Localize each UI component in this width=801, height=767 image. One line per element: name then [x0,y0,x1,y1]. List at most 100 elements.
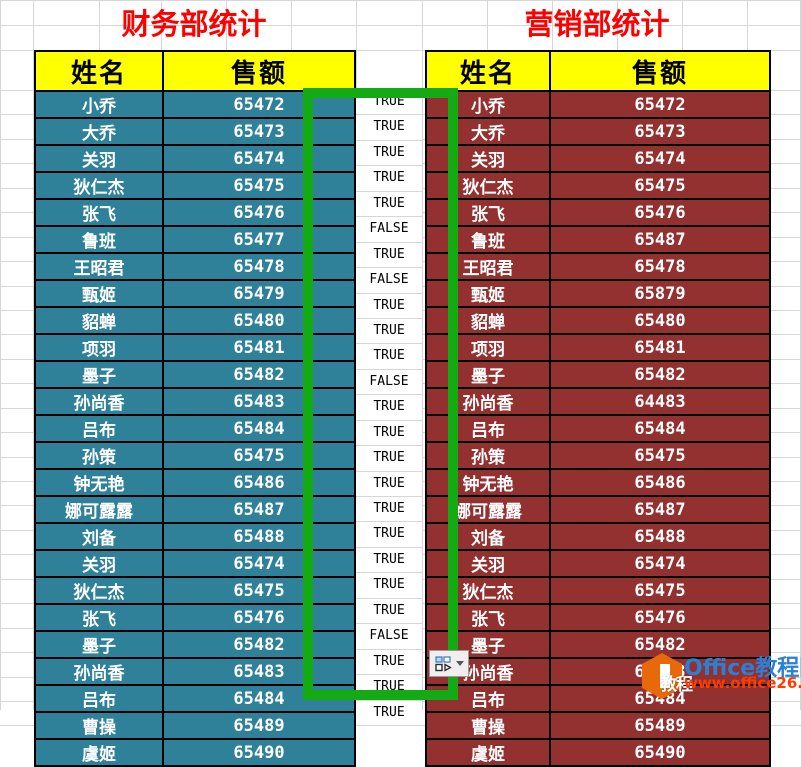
table-row[interactable]: 张飞 65476 [425,603,771,632]
marketing-department-table[interactable]: 姓名 售额 小乔 65472 大乔 65473 关羽 65474 狄仁杰 65475 张飞 65476… [425,50,771,767]
cell-name[interactable]: 刘备 [425,522,551,551]
table-row[interactable]: 虞姬 65490 [34,738,356,767]
cell-name[interactable]: 钟无艳 [34,468,164,497]
comparison-cell[interactable]: TRUE [356,573,422,599]
cell-amount[interactable]: 64483 [549,657,771,686]
comparison-cell[interactable]: TRUE [356,90,422,116]
cell-amount[interactable]: 65487 [549,495,771,524]
cell-name[interactable]: 娜可露露 [425,495,551,524]
table-row[interactable]: 关羽 65474 [34,549,356,578]
cell-name[interactable]: 墨子 [425,360,551,389]
cell-amount[interactable]: 65879 [549,279,771,308]
cell-amount[interactable]: 65475 [162,576,356,605]
cell-amount[interactable]: 65472 [162,90,356,119]
cell-amount[interactable]: 65482 [162,630,356,659]
cell-name[interactable]: 甄姬 [34,279,164,308]
cell-amount[interactable]: 65476 [162,198,356,227]
cell-amount[interactable]: 65474 [549,144,771,173]
cell-name[interactable]: 吕布 [425,684,551,713]
table-row[interactable]: 娜可露露 65487 [425,495,771,524]
cell-name[interactable]: 小乔 [425,90,551,119]
comparison-cell[interactable]: TRUE [356,547,422,574]
cell-name[interactable]: 张飞 [425,198,551,227]
comparison-cell[interactable]: TRUE [356,191,422,218]
comparison-cell[interactable]: TRUE [356,675,422,701]
cell-amount[interactable]: 65475 [549,576,771,605]
cell-amount[interactable]: 65483 [162,387,356,416]
table-row[interactable]: 关羽 65474 [425,144,771,173]
chevron-down-icon[interactable] [455,661,464,666]
cell-amount[interactable]: 65474 [162,549,356,578]
cell-amount[interactable]: 65482 [162,360,356,389]
comparison-cell[interactable]: TRUE [356,598,422,625]
table-row[interactable]: 项羽 65481 [425,333,771,362]
cell-name[interactable]: 鲁班 [34,225,164,254]
cell-amount[interactable]: 65483 [162,657,356,686]
table-row[interactable]: 吕布 65484 [425,684,771,713]
table-row[interactable]: 孙策 65475 [425,441,771,470]
table-row[interactable]: 狄仁杰 65475 [425,171,771,200]
table-row[interactable]: 狄仁杰 65475 [34,171,356,200]
table-row[interactable]: 小乔 65472 [425,90,771,119]
cell-amount[interactable]: 65487 [162,495,356,524]
cell-amount[interactable]: 65473 [162,117,356,146]
comparison-cell[interactable]: FALSE [356,369,422,396]
table-row[interactable]: 墨子 65482 [34,630,356,659]
cell-name[interactable]: 孙尚香 [425,387,551,416]
cell-name[interactable]: 狄仁杰 [34,171,164,200]
cell-amount[interactable]: 65481 [549,333,771,362]
table-row[interactable]: 吕布 65484 [34,414,356,443]
cell-amount[interactable]: 65486 [549,468,771,497]
cell-name[interactable]: 墨子 [34,630,164,659]
table-row[interactable]: 张飞 65476 [34,198,356,227]
cell-name[interactable]: 狄仁杰 [425,576,551,605]
cell-amount[interactable]: 65489 [549,711,771,740]
cell-amount[interactable]: 65474 [162,144,356,173]
comparison-cell[interactable]: TRUE [356,420,422,447]
table-row[interactable]: 孙尚香 64483 [425,387,771,416]
table-row[interactable]: 孙尚香 65483 [34,657,356,686]
cell-name[interactable]: 吕布 [425,414,551,443]
comparison-cell[interactable]: TRUE [356,471,422,497]
cell-name[interactable]: 墨子 [34,360,164,389]
cell-name[interactable]: 王昭君 [34,252,164,281]
table-row[interactable]: 吕布 65484 [425,414,771,443]
cell-amount[interactable]: 65484 [549,684,771,713]
comparison-cell[interactable]: TRUE [356,395,422,421]
table-row[interactable]: 墨子 65482 [425,630,771,659]
cell-name[interactable]: 曹操 [425,711,551,740]
comparison-cell[interactable]: TRUE [356,242,422,269]
cell-name[interactable]: 王昭君 [425,252,551,281]
table-row[interactable]: 张飞 65476 [425,198,771,227]
cell-amount[interactable]: 65487 [549,225,771,254]
table-row[interactable]: 孙尚香 64483 [425,657,771,686]
cell-amount[interactable]: 65475 [162,171,356,200]
comparison-cell[interactable]: TRUE [356,522,422,548]
table-row[interactable]: 大乔 65473 [34,117,356,146]
cell-name[interactable]: 曹操 [34,711,164,740]
comparison-cell[interactable]: FALSE [356,268,422,294]
cell-amount[interactable]: 65489 [162,711,356,740]
cell-name[interactable]: 孙策 [425,441,551,470]
table-row[interactable]: 钟无艳 65486 [425,468,771,497]
cell-amount[interactable]: 64483 [549,387,771,416]
table-row[interactable]: 孙尚香 65483 [34,387,356,416]
paste-options-button[interactable] [429,650,469,677]
cell-name[interactable]: 关羽 [34,549,164,578]
cell-amount[interactable]: 65476 [549,198,771,227]
cell-amount[interactable]: 65476 [549,603,771,632]
table-row[interactable]: 孙策 65475 [34,441,356,470]
table-row[interactable]: 狄仁杰 65475 [425,576,771,605]
table-row[interactable]: 王昭君 65478 [34,252,356,281]
cell-name[interactable]: 虞姬 [425,738,551,767]
comparison-cell[interactable]: TRUE [356,318,422,345]
cell-name[interactable]: 刘备 [34,522,164,551]
table-row[interactable]: 鲁班 65487 [425,225,771,254]
finance-department-table[interactable]: 姓名 售额 小乔 65472 大乔 65473 关羽 65474 狄仁杰 65475 张飞 65476… [34,50,356,767]
comparison-cell[interactable]: TRUE [356,293,422,319]
table-row[interactable]: 张飞 65476 [34,603,356,632]
cell-amount[interactable]: 65488 [549,522,771,551]
cell-name[interactable]: 娜可露露 [34,495,164,524]
cell-name[interactable]: 吕布 [34,684,164,713]
cell-amount[interactable]: 65475 [549,171,771,200]
